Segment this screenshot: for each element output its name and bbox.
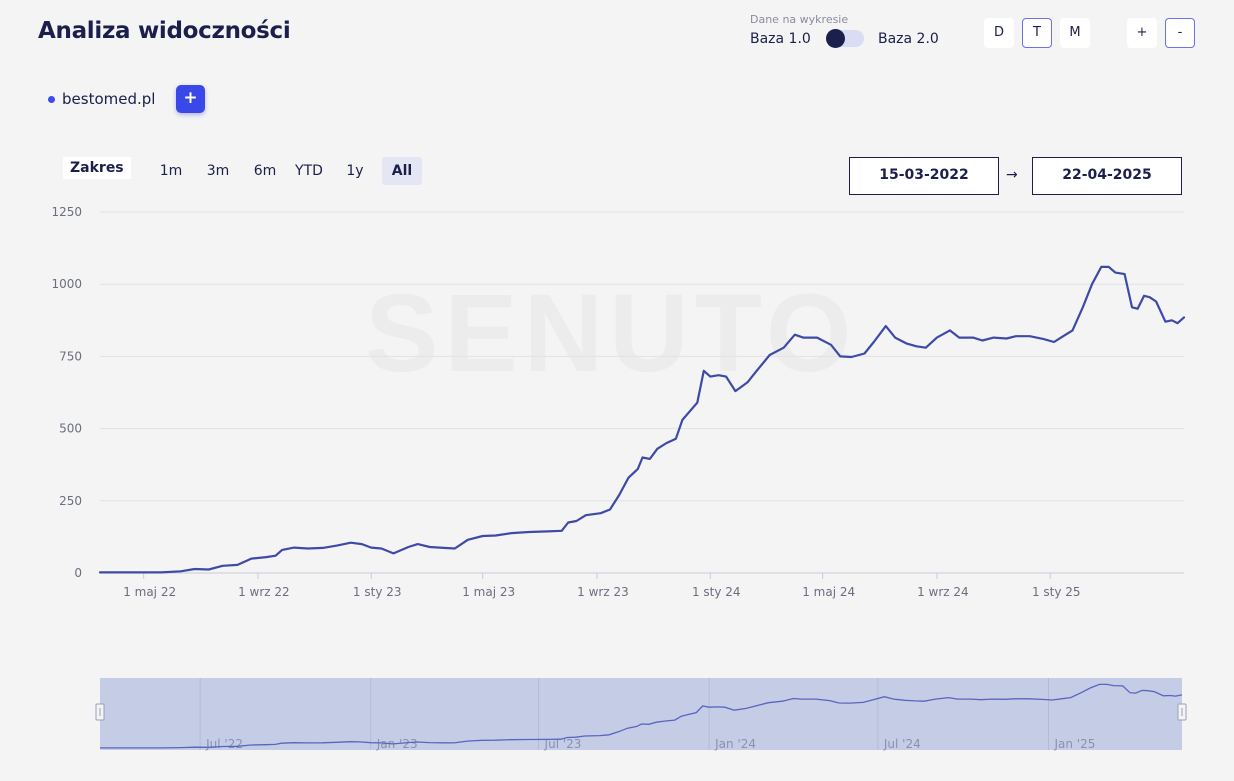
navigator-tick-label: Jul '22 <box>205 737 243 751</box>
navigator-tick-label: Jan '24 <box>714 737 756 751</box>
range-all-button[interactable]: All <box>382 157 422 185</box>
chart-navigator[interactable]: Jul '22 Jan '23 Jul '23 Jan '24 Jul '24 Jan '… <box>0 0 1234 781</box>
range-label: Zakres <box>63 157 131 179</box>
range-6m-button[interactable]: 6m <box>248 157 282 185</box>
navigator-tick-label: Jul '24 <box>883 737 921 751</box>
navigator-tick-label: Jan '25 <box>1053 737 1095 751</box>
range-1y-button[interactable]: 1y <box>340 157 370 185</box>
navigator-selection <box>100 678 1182 750</box>
range-3m-button[interactable]: 3m <box>202 157 234 185</box>
arrow-right-icon: → <box>1006 167 1018 183</box>
range-end-date-input[interactable]: 22-04-2025 <box>1032 157 1182 195</box>
range-start-date-input[interactable]: 15-03-2022 <box>849 157 999 195</box>
range-1m-button[interactable]: 1m <box>155 157 187 185</box>
range-ytd-button[interactable]: YTD <box>291 157 327 185</box>
